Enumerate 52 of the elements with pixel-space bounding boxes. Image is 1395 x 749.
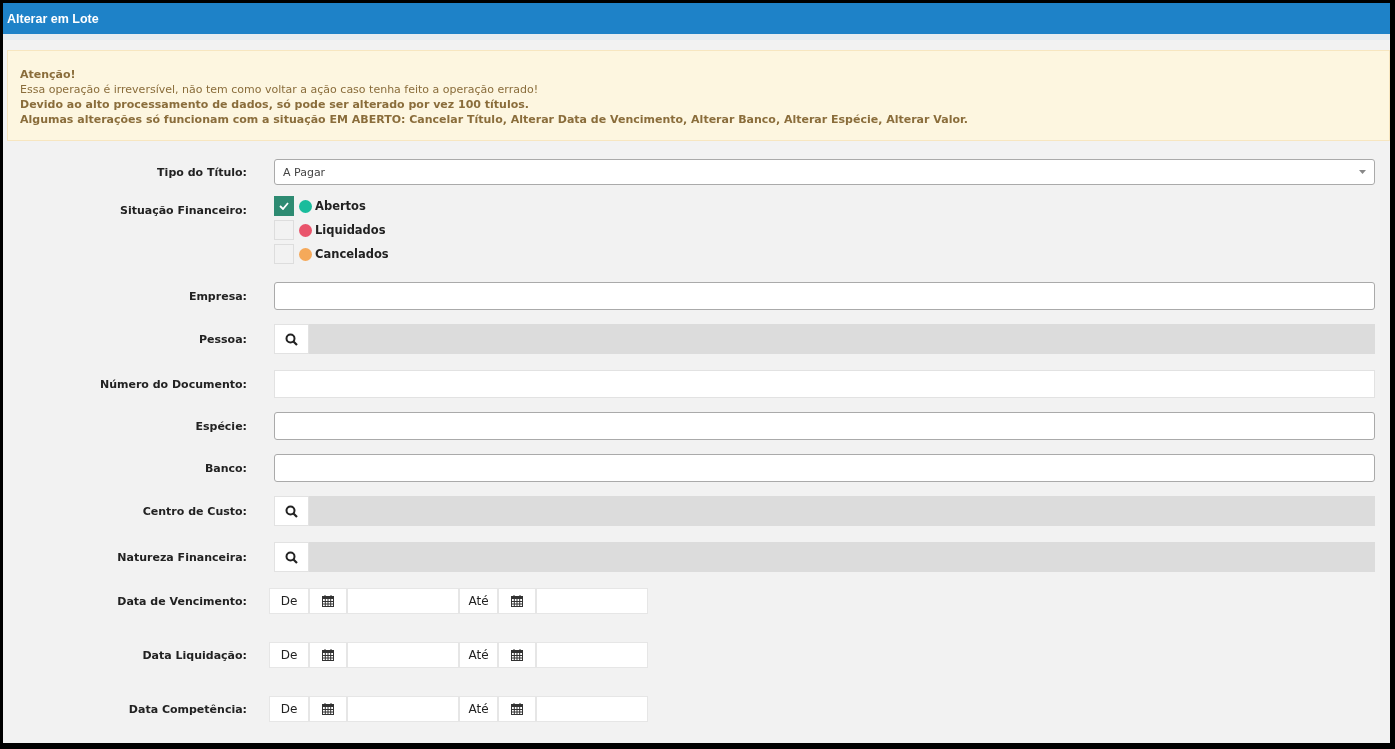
search-icon bbox=[285, 504, 298, 518]
checkbox-label: Liquidados bbox=[315, 223, 386, 237]
search-icon bbox=[285, 332, 298, 346]
checkbox-label: Cancelados bbox=[315, 247, 389, 261]
search-button[interactable] bbox=[274, 324, 309, 354]
to-label: Até bbox=[459, 588, 498, 614]
field-label: Tipo do Título: bbox=[156, 165, 247, 179]
select-field[interactable]: A Pagar bbox=[274, 159, 1375, 185]
from-label: De bbox=[269, 642, 309, 668]
date-input[interactable] bbox=[347, 642, 459, 668]
select-value: A Pagar bbox=[283, 165, 326, 179]
field-label: Situação Financeiro: bbox=[118, 204, 247, 217]
input-field[interactable] bbox=[274, 412, 1375, 440]
date-input[interactable] bbox=[536, 642, 648, 668]
calendar-icon[interactable] bbox=[498, 642, 536, 668]
field-label: Empresa: bbox=[187, 289, 247, 303]
checkbox[interactable] bbox=[274, 196, 294, 216]
warning-text: Essa operação é irreversível, não tem como voltar a ação caso tenha feito a operação errado! bbox=[20, 82, 540, 97]
from-label: De bbox=[269, 588, 309, 614]
field-label: Banco: bbox=[203, 461, 247, 475]
warning-text: Algumas alterações só funcionam com a situação EM ABERTO: Cancelar Título, Alterar Data de Vencimento, Alterar Banco, Alterar Espécie, Alterar Valor. bbox=[20, 112, 969, 127]
calendar-icon[interactable] bbox=[309, 696, 347, 722]
input-field[interactable] bbox=[274, 282, 1375, 310]
from-label: De bbox=[269, 696, 309, 722]
calendar-icon[interactable] bbox=[309, 642, 347, 668]
field-label: Data de Vencimento: bbox=[116, 594, 247, 608]
search-button[interactable] bbox=[274, 496, 309, 526]
field-label: Espécie: bbox=[194, 419, 247, 433]
field-label: Centro de Custo: bbox=[141, 504, 247, 518]
field-label: Data Liquidação: bbox=[141, 648, 247, 662]
field-label: Data Competência: bbox=[127, 702, 247, 716]
field-label: Pessoa: bbox=[198, 332, 247, 346]
date-input[interactable] bbox=[347, 588, 459, 614]
field-label: Natureza Financeira: bbox=[116, 550, 247, 564]
search-icon bbox=[285, 550, 298, 564]
caret-icon bbox=[1359, 170, 1366, 174]
warning-text: Devido ao alto processamento de dados, só pode ser alterado por vez 100 títulos. bbox=[20, 97, 530, 112]
calendar-icon[interactable] bbox=[309, 588, 347, 614]
date-input[interactable] bbox=[347, 696, 459, 722]
search-button[interactable] bbox=[274, 542, 309, 572]
calendar-icon[interactable] bbox=[498, 696, 536, 722]
window-title: Alterar em Lote bbox=[7, 11, 99, 26]
date-input[interactable] bbox=[536, 588, 648, 614]
to-label: Até bbox=[459, 642, 498, 668]
date-input[interactable] bbox=[536, 696, 648, 722]
checkbox-label: Abertos bbox=[315, 199, 366, 213]
check-icon bbox=[279, 202, 289, 210]
input-field[interactable] bbox=[274, 454, 1375, 482]
calendar-icon[interactable] bbox=[498, 588, 536, 614]
warning-title: Atenção! bbox=[20, 67, 77, 82]
field-label: Número do Documento: bbox=[98, 377, 247, 391]
to-label: Até bbox=[459, 696, 498, 722]
